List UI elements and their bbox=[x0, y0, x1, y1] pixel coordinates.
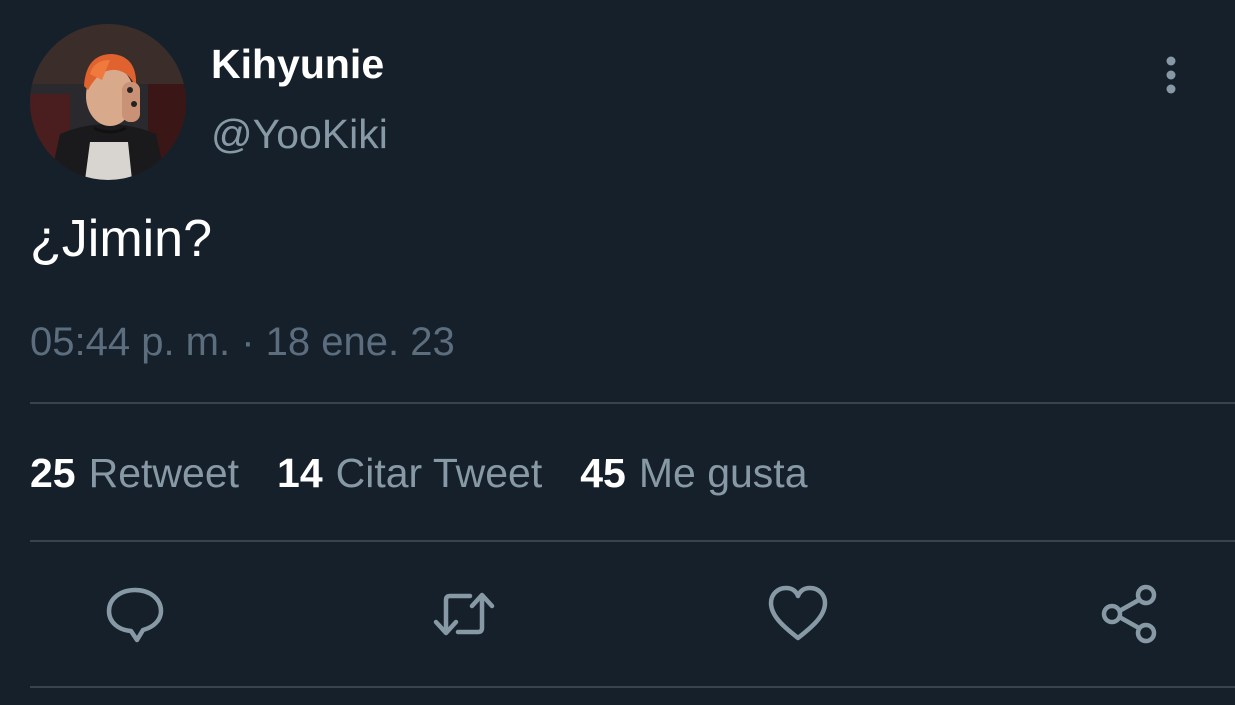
share-icon bbox=[1101, 584, 1157, 644]
like-heart-icon bbox=[768, 585, 828, 641]
more-vertical-icon bbox=[1166, 56, 1176, 94]
tweet-detail: Kihyunie @YooKiki ¿Jimin? 05:44 p. m. · … bbox=[0, 0, 1235, 705]
tweet-text: ¿Jimin? bbox=[30, 210, 213, 268]
share-button[interactable] bbox=[1098, 582, 1162, 646]
avatar[interactable] bbox=[30, 24, 186, 180]
author-display-name[interactable]: Kihyunie bbox=[211, 40, 384, 88]
like-count-stat[interactable]: 45 Me gusta bbox=[580, 448, 807, 498]
quote-count: 14 bbox=[277, 450, 323, 496]
retweet-icon bbox=[433, 592, 495, 636]
quote-label: Citar Tweet bbox=[335, 450, 543, 496]
tweet-timestamp[interactable]: 05:44 p. m. · 18 ene. 23 bbox=[30, 318, 455, 366]
like-label: Me gusta bbox=[638, 450, 808, 496]
author-handle[interactable]: @YooKiki bbox=[211, 110, 388, 158]
divider bbox=[30, 686, 1235, 688]
retweet-button[interactable] bbox=[432, 582, 496, 646]
more-options-button[interactable] bbox=[1150, 50, 1192, 100]
avatar-photo bbox=[30, 24, 186, 180]
retweet-count-stat[interactable]: 25 Retweet bbox=[30, 448, 239, 498]
retweet-label: Retweet bbox=[88, 450, 240, 496]
divider bbox=[30, 402, 1235, 404]
like-button[interactable] bbox=[766, 582, 830, 646]
divider bbox=[30, 540, 1235, 542]
reply-button[interactable] bbox=[103, 582, 167, 646]
like-count: 45 bbox=[580, 450, 626, 496]
retweet-count: 25 bbox=[30, 450, 76, 496]
quote-count-stat[interactable]: 14 Citar Tweet bbox=[277, 448, 542, 498]
engagement-stats: 25 Retweet 14 Citar Tweet 45 Me gusta bbox=[30, 448, 846, 498]
reply-icon bbox=[106, 587, 164, 643]
